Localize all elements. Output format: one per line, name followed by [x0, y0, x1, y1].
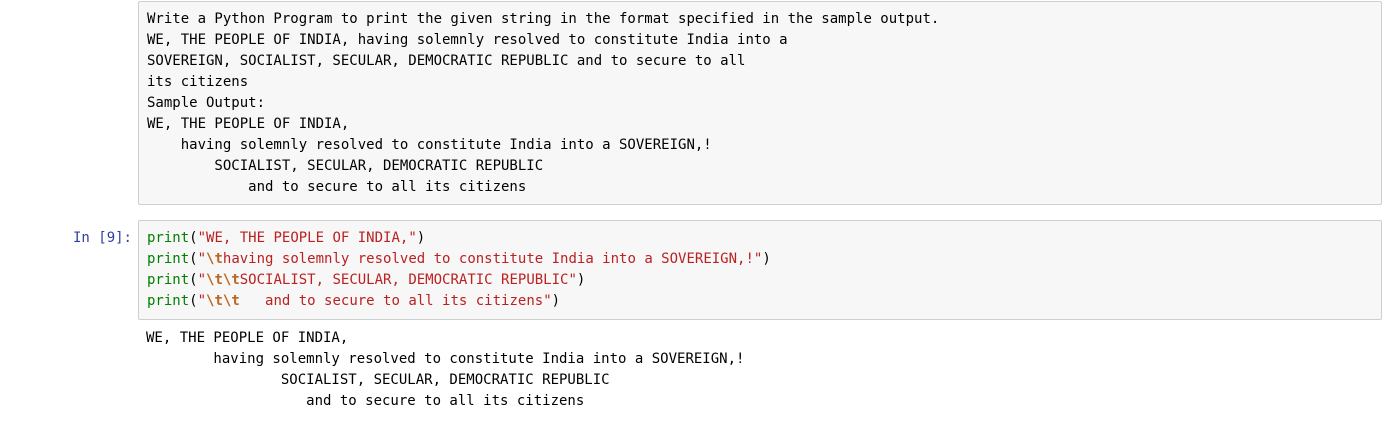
code-escape-sequence: \t\t — [206, 272, 240, 288]
code-function-name: print — [147, 251, 190, 267]
markdown-line: having solemnly resolved to constitute I… — [147, 137, 712, 153]
markdown-line: its citizens — [147, 74, 249, 90]
code-string-text: SOCIALIST, SECULAR, DEMOCRATIC REPUBLIC — [239, 272, 569, 288]
code-paren-close: ) — [576, 272, 586, 288]
code-string-text: and to secure to all its citizens — [239, 293, 544, 309]
code-paren-close: ) — [551, 293, 561, 309]
code-line: print("\thaving solemnly resolved to con… — [147, 249, 771, 270]
code-paren-open: ( — [189, 230, 198, 246]
markdown-line: and to secure to all its citizens — [147, 179, 527, 195]
code-function-name: print — [147, 230, 190, 246]
code-string-quote: " — [543, 293, 552, 309]
markdown-line: Sample Output: — [147, 95, 266, 111]
markdown-line: SOVEREIGN, SOCIALIST, SECULAR, DEMOCRATI… — [147, 53, 746, 69]
code-line: print("WE, THE PEOPLE OF INDIA,") — [147, 228, 425, 249]
code-string-text: WE, THE PEOPLE OF INDIA, — [206, 230, 409, 246]
input-prompt: In [9]: — [72, 230, 132, 246]
code-escape-sequence: \t — [206, 251, 223, 267]
code-string-quote: " — [197, 293, 207, 309]
code-line: print("\t\t and to secure to all its cit… — [147, 291, 560, 312]
code-line: print("\t\tSOCIALIST, SECULAR, DEMOCRATI… — [147, 270, 585, 291]
code-string-quote: " — [197, 251, 207, 267]
output-area: WE, THE PEOPLE OF INDIA, having solemnly… — [138, 324, 1382, 419]
code-string-quote: " — [568, 272, 577, 288]
code-paren-open: ( — [189, 293, 198, 309]
output-line: SOCIALIST, SECULAR, DEMOCRATIC REPUBLIC — [146, 372, 610, 388]
markdown-line: WE, THE PEOPLE OF INDIA, — [147, 116, 350, 132]
code-function-name: print — [147, 293, 190, 309]
output-line: and to secure to all its citizens — [146, 393, 585, 409]
code-paren-close: ) — [416, 230, 426, 246]
output-line: having solemnly resolved to constitute I… — [146, 351, 745, 367]
code-function-name: print — [147, 272, 190, 288]
code-string-quote: " — [408, 230, 417, 246]
markdown-line: Write a Python Program to print the give… — [147, 11, 940, 27]
code-escape-sequence: \t\t — [206, 293, 240, 309]
markdown-line: SOCIALIST, SECULAR, DEMOCRATIC REPUBLIC — [147, 158, 544, 174]
output-line: WE, THE PEOPLE OF INDIA, — [146, 330, 349, 346]
code-string-quote: " — [197, 272, 207, 288]
code-paren-open: ( — [189, 251, 198, 267]
code-string-quote: " — [197, 230, 207, 246]
code-paren-open: ( — [189, 272, 198, 288]
markdown-line: WE, THE PEOPLE OF INDIA, having solemnly… — [147, 32, 788, 48]
code-paren-close: ) — [762, 251, 771, 267]
markdown-cell[interactable]: Write a Python Program to print the give… — [138, 1, 1382, 205]
code-cell-editor[interactable]: print("WE, THE PEOPLE OF INDIA,") print(… — [138, 220, 1382, 320]
code-string-text: having solemnly resolved to constitute I… — [222, 251, 754, 267]
